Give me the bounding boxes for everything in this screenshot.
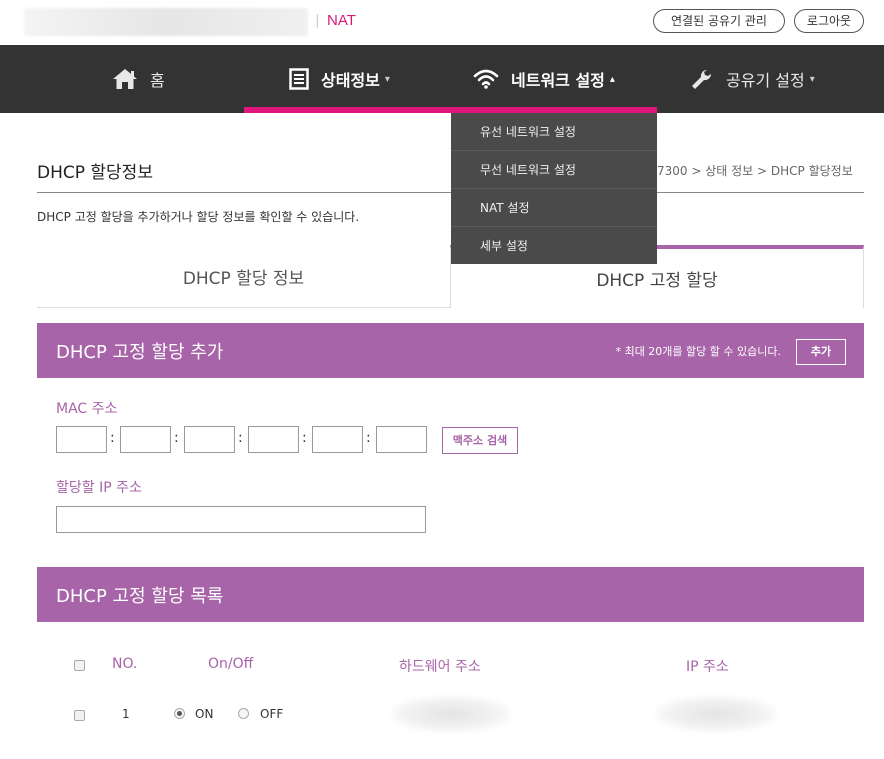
add-section-header: DHCP 고정 할당 추가 * 최대 20개를 할당 할 수 있습니다. 추가	[37, 323, 864, 378]
mac-colon: :	[238, 430, 243, 446]
nav-item-status[interactable]: 상태정보 ▾	[289, 45, 390, 113]
assign-ip-input[interactable]	[56, 506, 426, 533]
mac-colon: :	[110, 430, 115, 446]
mac-octet-2-input[interactable]	[120, 426, 171, 453]
mac-address-label: MAC 주소	[56, 401, 118, 417]
dropdown-item-wireless[interactable]: 무선 네트워크 설정	[451, 151, 657, 189]
add-button[interactable]: 추가	[796, 339, 846, 365]
dropdown-item-wired[interactable]: 유선 네트워크 설정	[451, 113, 657, 151]
row-number: 1	[122, 707, 130, 721]
nav-item-network[interactable]: 네트워크 설정 ▴	[473, 45, 615, 113]
mac-octet-4-input[interactable]	[248, 426, 299, 453]
page-title: DHCP 할당정보	[37, 163, 153, 183]
document-icon	[289, 68, 309, 90]
max-entries-note: * 최대 20개를 할당 할 수 있습니다.	[615, 345, 781, 358]
mac-octet-3-input[interactable]	[184, 426, 235, 453]
logout-button[interactable]: 로그아웃	[794, 9, 864, 33]
top-bar: | NAT 연결된 공유기 관리 로그아웃	[0, 0, 884, 45]
mac-octet-5-input[interactable]	[312, 426, 363, 453]
select-all-checkbox[interactable]	[74, 660, 85, 671]
network-settings-dropdown: 유선 네트워크 설정 무선 네트워크 설정 NAT 설정 세부 설정	[451, 113, 657, 264]
wrench-icon	[690, 68, 714, 90]
nav-label-home: 홈	[150, 71, 165, 90]
column-header-no: NO.	[112, 656, 138, 672]
mac-colon: :	[302, 430, 307, 446]
on-radio[interactable]	[174, 708, 185, 719]
dropdown-item-advanced[interactable]: 세부 설정	[451, 227, 657, 265]
mac-search-button[interactable]: 맥주소 검색	[442, 427, 518, 454]
section-title: NAT	[327, 12, 356, 29]
chevron-down-icon: ▾	[809, 73, 815, 85]
list-section-header: DHCP 고정 할당 목록	[37, 567, 864, 622]
off-radio[interactable]	[238, 708, 249, 719]
blurred-hw-address	[392, 696, 510, 732]
mac-colon: :	[366, 430, 371, 446]
mac-colon: :	[174, 430, 179, 446]
nav-label-status: 상태정보	[321, 71, 380, 90]
chevron-up-icon: ▴	[609, 73, 615, 85]
chevron-down-icon: ▾	[384, 73, 390, 85]
wifi-icon	[473, 69, 499, 89]
column-header-hw-address: 하드웨어 주소	[399, 659, 481, 675]
blurred-router-name	[24, 8, 308, 36]
page-description: DHCP 고정 할당을 추가하거나 할당 정보를 확인할 수 있습니다.	[37, 210, 360, 224]
nav-item-home[interactable]: 홈	[112, 45, 165, 113]
home-icon	[112, 68, 138, 90]
mac-octet-1-input[interactable]	[56, 426, 107, 453]
tab-dhcp-info[interactable]: DHCP 할당 정보	[37, 245, 450, 308]
blurred-ip-address	[656, 696, 776, 732]
dropdown-item-nat[interactable]: NAT 설정	[451, 189, 657, 227]
main-nav: 홈 상태정보 ▾ 네트워크 설정 ▴ 공유기 설정 ▾	[0, 45, 884, 113]
nav-label-router-settings: 공유기 설정	[726, 71, 805, 90]
manage-routers-button[interactable]: 연결된 공유기 관리	[653, 9, 785, 33]
add-section-title: DHCP 고정 할당 추가	[56, 342, 224, 363]
row-checkbox[interactable]	[74, 710, 85, 721]
title-separator: |	[315, 13, 320, 29]
mac-octet-6-input[interactable]	[376, 426, 427, 453]
column-header-onoff: On/Off	[208, 656, 254, 672]
on-label: ON	[195, 707, 214, 721]
list-section-title: DHCP 고정 할당 목록	[56, 586, 224, 607]
assign-ip-label: 할당할 IP 주소	[56, 480, 142, 496]
nav-item-router-settings[interactable]: 공유기 설정 ▾	[690, 45, 815, 113]
column-header-ip-address: IP 주소	[686, 659, 729, 675]
breadcrumb: 7300 > 상태 정보 > DHCP 할당정보	[657, 164, 853, 178]
off-label: OFF	[260, 707, 284, 721]
nav-label-network: 네트워크 설정	[511, 71, 605, 90]
